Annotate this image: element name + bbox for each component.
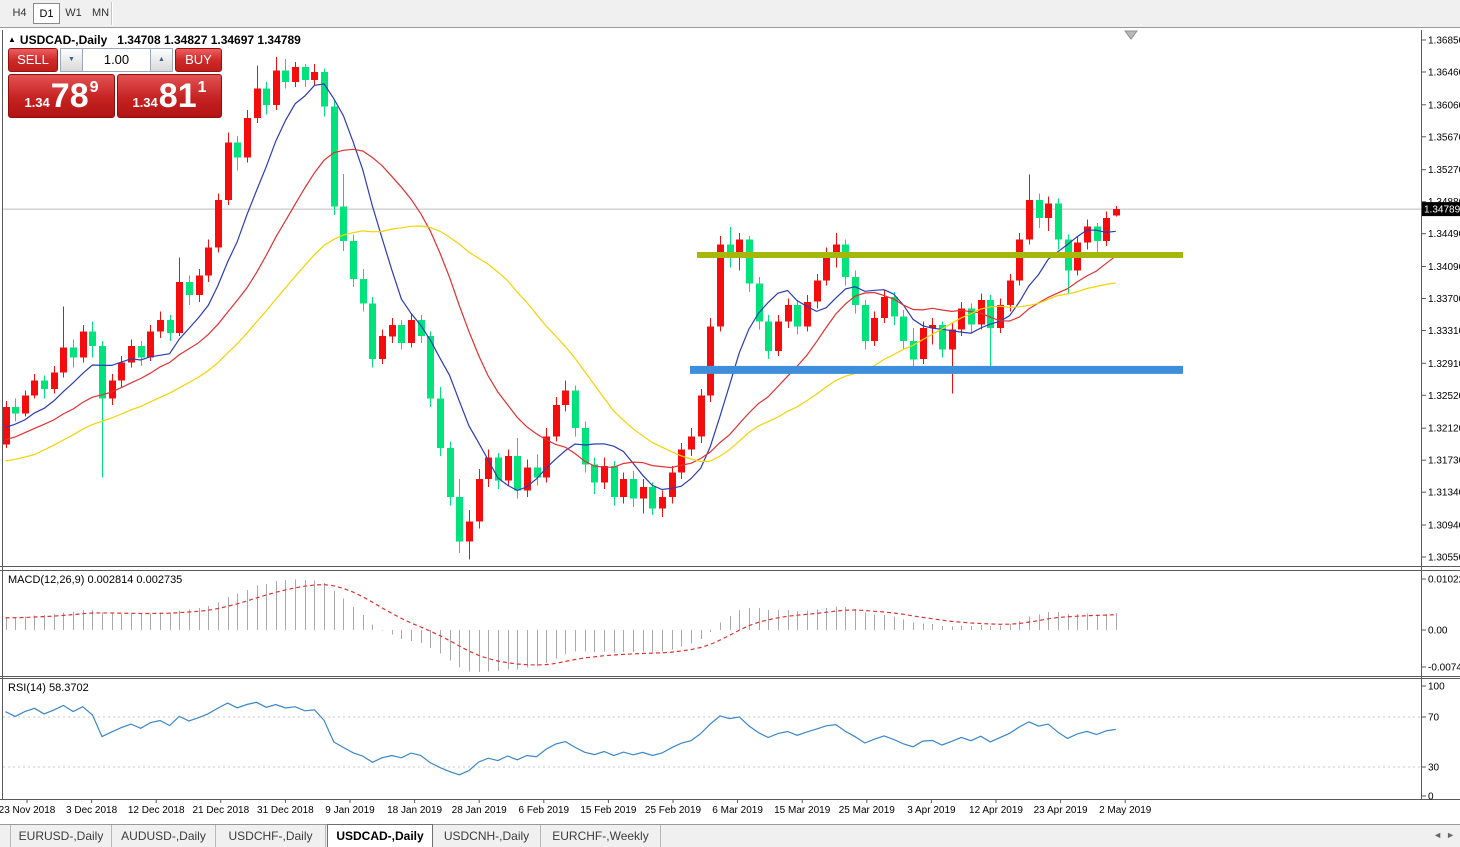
svg-text:12 Apr 2019: 12 Apr 2019 xyxy=(969,805,1023,816)
svg-text:21 Dec 2018: 21 Dec 2018 xyxy=(192,805,249,816)
sell-price-sup: 9 xyxy=(90,79,99,97)
svg-text:23 Apr 2019: 23 Apr 2019 xyxy=(1034,805,1088,816)
chart-ohlc-quote: 1.34708 1.34827 1.34697 1.34789 xyxy=(117,33,301,47)
svg-text:15 Mar 2019: 15 Mar 2019 xyxy=(774,805,831,816)
svg-text:1.33700: 1.33700 xyxy=(1428,294,1460,305)
svg-text:1.36850: 1.36850 xyxy=(1428,36,1460,47)
price-axis: 1.368501.364601.360601.356701.352701.348… xyxy=(1421,36,1460,803)
svg-text:1.33310: 1.33310 xyxy=(1428,326,1460,337)
resistance-hline[interactable] xyxy=(697,252,1183,258)
ma-fast-line xyxy=(6,84,1116,491)
buy-price-sup: 1 xyxy=(198,79,207,97)
svg-text:1.32910: 1.32910 xyxy=(1428,359,1460,370)
macd-signal-line xyxy=(6,585,1116,665)
svg-text:0: 0 xyxy=(1428,792,1434,803)
sell-price-button[interactable]: 1.34 78 9 xyxy=(8,74,115,118)
svg-text:1.31340: 1.31340 xyxy=(1428,488,1460,499)
macd-name: MACD(12,26,9) xyxy=(8,574,84,586)
svg-text:15 Feb 2019: 15 Feb 2019 xyxy=(580,805,637,816)
svg-text:25 Feb 2019: 25 Feb 2019 xyxy=(645,805,702,816)
support-hline[interactable] xyxy=(690,366,1183,374)
symbol-tab-bar: EURUSD-,Daily AUDUSD-,Daily USDCHF-,Dail… xyxy=(0,824,1460,847)
svg-text:1.35270: 1.35270 xyxy=(1428,165,1460,176)
svg-text:70: 70 xyxy=(1428,713,1440,724)
ma-mid-line xyxy=(6,149,1116,467)
macd-histogram xyxy=(7,579,1117,672)
tab-usdcad-daily[interactable]: USDCAD-,Daily xyxy=(327,824,433,847)
svg-text:1.32520: 1.32520 xyxy=(1428,391,1460,402)
macd-pane-label: MACD(12,26,9) 0.002814 0.002735 xyxy=(8,574,182,586)
rsi-name: RSI(14) xyxy=(8,682,46,694)
svg-text:1.35670: 1.35670 xyxy=(1428,132,1460,143)
tab-usdchf-daily[interactable]: USDCHF-,Daily xyxy=(216,825,326,847)
svg-text:18 Jan 2019: 18 Jan 2019 xyxy=(387,805,442,816)
moving-average-lines xyxy=(6,84,1116,491)
rsi-pane-label: RSI(14) 58.3702 xyxy=(8,682,89,694)
svg-text:25 Mar 2019: 25 Mar 2019 xyxy=(839,805,896,816)
svg-text:1.34789: 1.34789 xyxy=(1424,205,1460,216)
sell-price-prefix: 1.34 xyxy=(24,95,49,110)
buy-button[interactable]: BUY xyxy=(175,48,222,72)
tab-usdcnh-daily[interactable]: USDCNH-,Daily xyxy=(433,825,541,847)
tab-scroll-left-icon[interactable]: ◄ xyxy=(1433,830,1442,840)
rsi-line xyxy=(6,702,1116,775)
svg-text:6 Feb 2019: 6 Feb 2019 xyxy=(518,805,569,816)
volume-increase-icon[interactable]: ▲ xyxy=(150,49,172,71)
rsi-levels xyxy=(3,717,1421,767)
svg-text:1.30940: 1.30940 xyxy=(1428,521,1460,532)
pane-borders xyxy=(0,30,1460,800)
svg-text:1.31730: 1.31730 xyxy=(1428,456,1460,467)
chart-title-bar: ▲ USDCAD-,Daily 1.34708 1.34827 1.34697 1.… xyxy=(8,33,301,47)
tab-eurchf-weekly[interactable]: EURCHF-,Weekly xyxy=(541,825,661,847)
one-click-trading-panel: SELL ▼ 1.00 ▲ BUY 1.34 78 9 1.34 81 1 xyxy=(8,48,222,118)
trend-lines xyxy=(690,252,1183,374)
tab-audusd-daily[interactable]: AUDUSD-,Daily xyxy=(112,825,216,847)
svg-text:12 Dec 2018: 12 Dec 2018 xyxy=(128,805,185,816)
volume-spinner: ▼ 1.00 ▲ xyxy=(60,48,173,72)
buy-price-prefix: 1.34 xyxy=(132,95,157,110)
tab-scroll-right-icon[interactable]: ► xyxy=(1446,830,1455,840)
date-axis: 23 Nov 2018 3 Dec 2018 12 Dec 2018 21 Dec 2… xyxy=(0,800,1152,816)
svg-text:9 Jan 2019: 9 Jan 2019 xyxy=(325,805,375,816)
buy-price-big: 81 xyxy=(159,76,197,116)
svg-text:3 Dec 2018: 3 Dec 2018 xyxy=(66,805,118,816)
svg-text:2 May 2019: 2 May 2019 xyxy=(1099,805,1152,816)
svg-text:0.010229: 0.010229 xyxy=(1428,575,1460,586)
candles xyxy=(3,57,1120,559)
svg-text:31 Dec 2018: 31 Dec 2018 xyxy=(257,805,314,816)
volume-input[interactable]: 1.00 xyxy=(83,49,150,71)
collapse-triangle-icon[interactable]: ▲ xyxy=(8,35,16,44)
svg-text:1.32120: 1.32120 xyxy=(1428,424,1460,435)
chart-symbol-title: USDCAD-,Daily xyxy=(20,33,107,47)
sell-price-big: 78 xyxy=(51,76,89,116)
volume-decrease-icon[interactable]: ▼ xyxy=(61,49,83,71)
svg-text:23 Nov 2018: 23 Nov 2018 xyxy=(0,805,56,816)
svg-text:3 Apr 2019: 3 Apr 2019 xyxy=(907,805,956,816)
svg-text:1.34490: 1.34490 xyxy=(1428,229,1460,240)
chart-shift-marker-icon xyxy=(1125,31,1137,39)
sell-button[interactable]: SELL xyxy=(8,48,58,72)
svg-text:6 Mar 2019: 6 Mar 2019 xyxy=(712,805,763,816)
svg-text:0.00: 0.00 xyxy=(1428,626,1448,637)
mt4-window: H4 D1 W1 MN 1.368501.364601.360601.35670… xyxy=(0,0,1460,847)
svg-text:30: 30 xyxy=(1428,763,1440,774)
svg-text:1.34090: 1.34090 xyxy=(1428,262,1460,273)
svg-text:-0.007477: -0.007477 xyxy=(1428,663,1460,674)
macd-values: 0.002814 0.002735 xyxy=(87,574,182,586)
svg-text:1.30550: 1.30550 xyxy=(1428,553,1460,564)
svg-text:1.36460: 1.36460 xyxy=(1428,68,1460,79)
buy-price-button[interactable]: 1.34 81 1 xyxy=(117,74,222,118)
svg-text:100: 100 xyxy=(1428,682,1445,693)
svg-text:1.36060: 1.36060 xyxy=(1428,100,1460,111)
tab-eurusd-daily[interactable]: EURUSD-,Daily xyxy=(10,825,112,847)
svg-text:28 Jan 2019: 28 Jan 2019 xyxy=(452,805,507,816)
rsi-value: 58.3702 xyxy=(49,682,89,694)
chart-canvas[interactable]: 1.368501.364601.360601.356701.352701.348… xyxy=(0,0,1460,847)
